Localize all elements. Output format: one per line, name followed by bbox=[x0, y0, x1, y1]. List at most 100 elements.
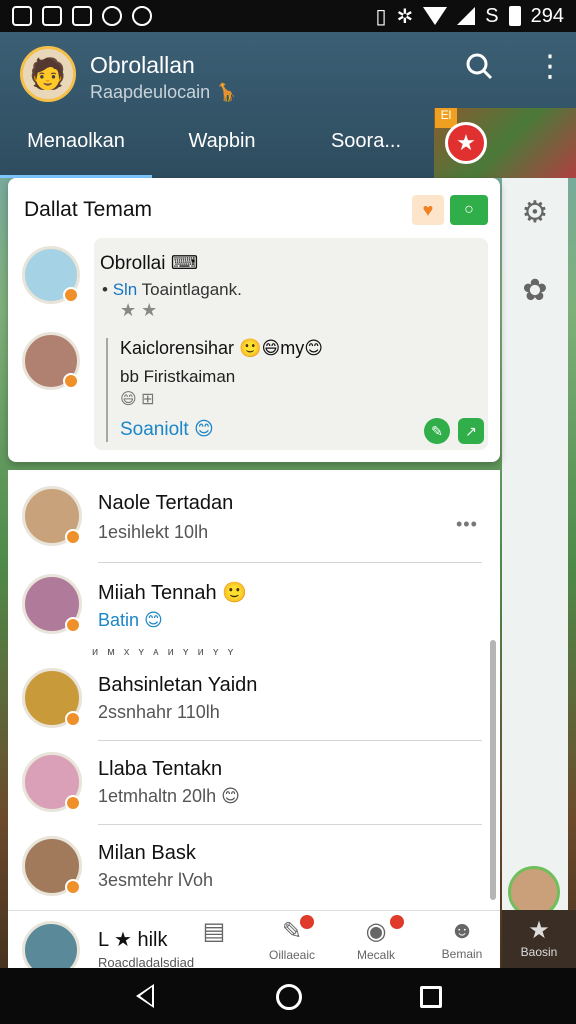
quote-line: bb Firistkaiman bbox=[120, 367, 236, 386]
heart-icon[interactable]: ♥ bbox=[412, 195, 444, 225]
battery-icon bbox=[508, 6, 521, 26]
status-badge bbox=[65, 879, 81, 895]
notification-dot bbox=[300, 915, 314, 929]
wifi-icon bbox=[423, 7, 448, 25]
bubble-line: • Sln Toaintlagank. bbox=[102, 280, 242, 299]
tab-bar: Menaolkan Wapbin Soora... bbox=[0, 126, 440, 178]
tab-wapbin[interactable]: Wapbin bbox=[152, 126, 292, 178]
recents-icon[interactable] bbox=[420, 986, 442, 1008]
avatar bbox=[22, 752, 82, 812]
tab-soora[interactable]: Soora... bbox=[292, 126, 440, 178]
star-icon[interactable]: ★ bbox=[445, 122, 487, 164]
nav-item-favorites[interactable]: ★ Baosin bbox=[502, 910, 576, 968]
back-icon[interactable] bbox=[136, 984, 154, 1008]
quote-line: 😄 ⊞ bbox=[120, 391, 155, 408]
more-icon[interactable]: ••• bbox=[456, 514, 478, 535]
notification-dot bbox=[390, 915, 404, 929]
avatar bbox=[22, 486, 82, 546]
bubble-line-text: Toaintlagank. bbox=[137, 280, 242, 299]
vibrate-icon: ▯ bbox=[375, 5, 387, 28]
list-icon: ▤ bbox=[202, 918, 226, 945]
online-toggle-icon[interactable]: ○ bbox=[450, 195, 488, 225]
chat-list: Naole Tertadan 1esihlekt 10lh ••• Miiah … bbox=[8, 470, 500, 910]
chat-subtitle: 1esihlekt 10lh bbox=[98, 522, 209, 542]
status-badge bbox=[65, 617, 81, 633]
chat-name: Llaba Tentakn bbox=[98, 758, 223, 780]
card-title: Dallat Temam bbox=[24, 198, 152, 221]
avatar bbox=[22, 574, 82, 634]
bluetooth-icon: ✲ bbox=[396, 5, 414, 28]
status-badge bbox=[65, 795, 81, 811]
compass-icon bbox=[132, 6, 152, 26]
nav-label: Bemain bbox=[441, 947, 483, 961]
chat-name: Bahsinletan Yaidn bbox=[98, 674, 258, 696]
bubble-title: Obrollai ⌨ bbox=[100, 253, 199, 274]
quote-line: Kaiclorensihar 🙂😄my😊 bbox=[120, 338, 323, 358]
app-title: Obrolallan bbox=[90, 52, 195, 78]
app-subtitle: Raapdeulocain 🦒 bbox=[90, 82, 238, 102]
status-badge bbox=[65, 711, 81, 727]
tab-menaolkan[interactable]: Menaolkan bbox=[0, 126, 152, 178]
signal-icon bbox=[457, 7, 476, 25]
nav-label: Oillaeaic bbox=[268, 948, 316, 962]
bubble-link[interactable]: Soaniolt 😊 bbox=[120, 418, 214, 441]
list-item[interactable]: Llaba Tentakn 1etmhaltn 20lh 😊 bbox=[8, 750, 500, 840]
chat-name: Milan Bask bbox=[98, 842, 196, 864]
puzzle-icon[interactable]: ✿ bbox=[518, 274, 552, 308]
share-icon[interactable]: ↗ bbox=[458, 418, 484, 444]
contact-name: L ★ hilk bbox=[98, 927, 167, 952]
status-badge bbox=[63, 373, 79, 389]
divider bbox=[98, 824, 482, 825]
avatar bbox=[22, 836, 82, 896]
nav-item-list[interactable]: ▤ bbox=[184, 917, 244, 948]
star-icon: ★ bbox=[528, 917, 550, 944]
status-badge bbox=[65, 529, 81, 545]
clock: 294 bbox=[530, 4, 564, 27]
chat-name: Miiah Tennah 🙂 bbox=[98, 582, 248, 604]
more-options-icon[interactable]: ⋮ bbox=[535, 52, 565, 82]
chat-subtitle: 2ssnhahr 110lh bbox=[98, 702, 220, 722]
profile-avatar[interactable]: 🧑 bbox=[20, 46, 76, 102]
friend-avatar[interactable] bbox=[22, 332, 80, 390]
message-bubble[interactable]: Obrollai ⌨ • Sln Toaintlagank. ★ ★ Kaicl… bbox=[94, 238, 488, 450]
star-icon: ★ bbox=[113, 929, 132, 951]
avatar bbox=[22, 668, 82, 728]
notification-icon bbox=[12, 6, 32, 26]
app-header: 🧑 Obrolallan Raapdeulocain 🦒 ⋮ Menaolkan… bbox=[0, 32, 576, 178]
list-item[interactable]: Milan Bask 3esmtehr lVoh bbox=[8, 834, 500, 910]
status-bar: ▯ ✲ S 294 bbox=[0, 0, 576, 32]
chat-subtitle: 1etmhaltn 20lh 😊 bbox=[98, 786, 240, 806]
chat-subtitle: 3esmtehr lVoh bbox=[98, 870, 214, 890]
app-notification-icon bbox=[102, 6, 122, 26]
nav-item-profile[interactable]: ☻ Bemain bbox=[432, 917, 492, 961]
edit-icon[interactable]: ✎ bbox=[424, 418, 450, 444]
list-caption: ᴎ ᴍ x ʏ ᴀ ᴎ ʏ ᴎ ʏ ʏ bbox=[92, 646, 237, 658]
scrollbar[interactable] bbox=[490, 640, 496, 900]
gear-icon[interactable]: ⚙ bbox=[518, 196, 552, 230]
home-icon[interactable] bbox=[276, 984, 302, 1010]
divider bbox=[98, 740, 482, 741]
friend-avatar[interactable] bbox=[22, 246, 80, 304]
contact-suffix: hilk bbox=[137, 929, 168, 951]
friends-card: Dallat Temam ♥ ○ Obrollai ⌨ • Sln Toaint… bbox=[8, 178, 500, 462]
bottom-nav: L ★ hilk Roacdladalsdiad ▤ ✎ Oillaeaic ◉… bbox=[8, 910, 500, 979]
bubble-line-prefix: Sln bbox=[112, 280, 138, 299]
search-icon[interactable] bbox=[465, 52, 493, 87]
right-sidebar: ⚙ ✿ bbox=[502, 178, 568, 910]
home-notification-icon bbox=[72, 6, 92, 26]
sync-icon: S bbox=[485, 4, 499, 27]
system-navigation bbox=[0, 968, 576, 1024]
nav-label: Mecalk bbox=[356, 948, 395, 962]
list-item[interactable]: Bahsinletan Yaidn 2ssnhahr 110lh bbox=[8, 666, 500, 756]
rating-stars: ★ ★ bbox=[120, 300, 158, 320]
profile-icon: ☻ bbox=[449, 917, 475, 944]
status-badge bbox=[63, 287, 79, 303]
list-item[interactable]: Naole Tertadan 1esihlekt 10lh ••• bbox=[8, 484, 500, 574]
nav-label: Baosin bbox=[520, 945, 558, 959]
chat-name: Naole Tertadan bbox=[98, 492, 234, 514]
chat-subtitle: Batin 😊 bbox=[98, 610, 163, 630]
list-item[interactable]: Miiah Tennah 🙂 Batin 😊 bbox=[8, 572, 500, 662]
contact-initial: L bbox=[98, 929, 109, 951]
divider bbox=[98, 562, 482, 563]
alert-icon bbox=[42, 6, 62, 26]
